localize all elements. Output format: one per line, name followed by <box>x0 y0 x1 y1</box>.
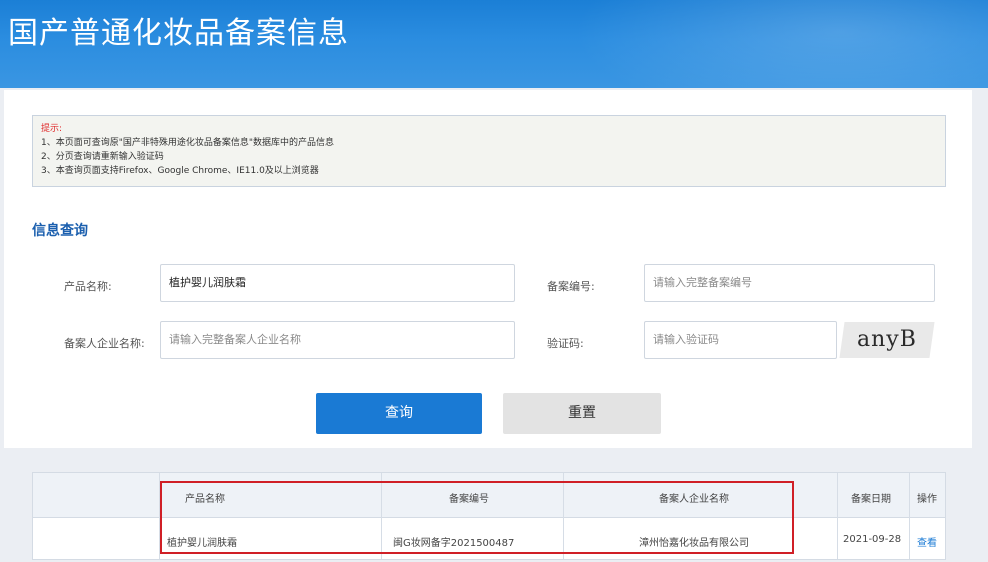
header-banner: 国产普通化妆品备案信息 <box>0 0 988 88</box>
company-input[interactable]: 请输入完整备案人企业名称 <box>160 321 515 359</box>
notice-line: 2、分页查询请重新输入验证码 <box>41 152 164 162</box>
column-header-company: 备案人企业名称 <box>659 494 729 505</box>
product-name-input[interactable]: 植护婴儿润肤霜 <box>160 264 515 302</box>
section-title: 信息查询 <box>32 223 88 239</box>
page-title: 国产普通化妆品备案信息 <box>8 16 349 51</box>
captcha-input[interactable]: 请输入验证码 <box>644 321 837 359</box>
column-header-action: 操作 <box>917 494 937 505</box>
product-name-label: 产品名称: <box>64 280 112 293</box>
column-divider <box>909 473 910 559</box>
record-no-input[interactable]: 请输入完整备案编号 <box>644 264 935 302</box>
column-divider <box>563 473 564 559</box>
cell-company: 漳州怡嘉化妆品有限公司 <box>639 538 749 549</box>
column-divider <box>837 473 838 559</box>
column-divider <box>159 473 160 559</box>
column-divider <box>381 473 382 559</box>
reset-button[interactable]: 重置 <box>503 393 661 434</box>
cell-date: 2021-09-28 <box>843 534 902 545</box>
record-no-label: 备案编号: <box>547 280 595 293</box>
company-label: 备案人企业名称: <box>64 337 145 350</box>
notice-box: 提示: 1、本页面可查询原"国产非特殊用途化妆品备案信息"数据库中的产品信息 2… <box>32 115 946 187</box>
query-panel: 提示: 1、本页面可查询原"国产非特殊用途化妆品备案信息"数据库中的产品信息 2… <box>4 90 972 448</box>
cell-record-no: 闽G妆网备字2021500487 <box>393 538 515 549</box>
captcha-text: anyB <box>857 327 917 352</box>
table-header <box>33 473 945 518</box>
notice-title: 提示: <box>41 124 63 134</box>
results-table: 产品名称 备案编号 备案人企业名称 备案日期 操作 植护婴儿润肤霜 闽G妆网备字… <box>32 472 946 560</box>
column-header-product: 产品名称 <box>185 494 225 505</box>
notice-line: 3、本查询页面支持Firefox、Google Chrome、IE11.0及以上… <box>41 166 319 176</box>
query-button[interactable]: 查询 <box>316 393 482 434</box>
notice-line: 1、本页面可查询原"国产非特殊用途化妆品备案信息"数据库中的产品信息 <box>41 138 335 148</box>
captcha-label: 验证码: <box>547 337 584 350</box>
captcha-image[interactable]: anyB <box>839 322 935 358</box>
column-header-date: 备案日期 <box>851 494 891 505</box>
view-link[interactable]: 查看 <box>917 534 937 549</box>
cell-product: 植护婴儿润肤霜 <box>167 538 237 549</box>
column-header-record-no: 备案编号 <box>449 494 489 505</box>
